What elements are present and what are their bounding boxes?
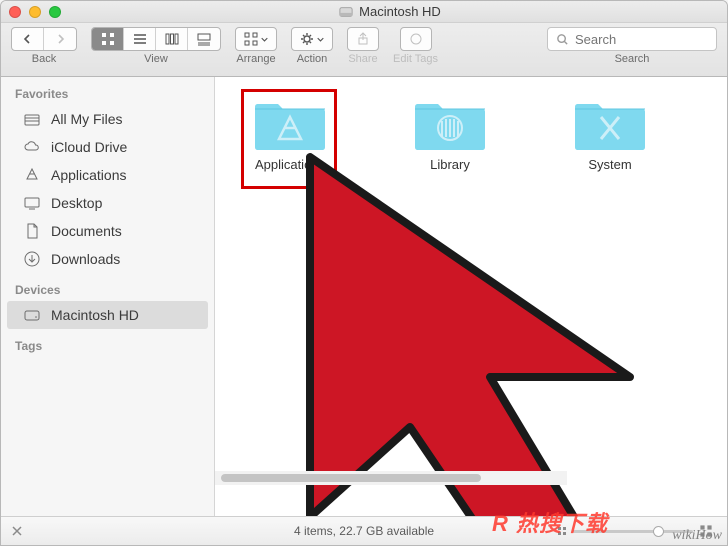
back-button[interactable] bbox=[12, 28, 44, 50]
arrange-label: Arrange bbox=[236, 53, 275, 65]
titlebar[interactable]: Macintosh HD bbox=[1, 1, 727, 23]
close-button[interactable] bbox=[9, 6, 21, 18]
list-view-button[interactable] bbox=[124, 28, 156, 50]
search-icon bbox=[556, 33, 569, 46]
section-tags-header: Tags bbox=[1, 329, 214, 357]
folder-system[interactable]: System bbox=[565, 95, 655, 172]
large-icon bbox=[699, 524, 713, 538]
sidebar-item-macintosh-hd[interactable]: Macintosh HD bbox=[7, 301, 208, 329]
icon-grid: Applications Library System bbox=[215, 77, 727, 190]
folder-applications[interactable]: Applications bbox=[245, 95, 335, 172]
search-group: Search bbox=[547, 27, 717, 65]
search-input[interactable] bbox=[575, 32, 695, 47]
small-icon bbox=[557, 526, 567, 536]
sidebar-item-label: All My Files bbox=[51, 111, 123, 127]
zoom-button[interactable] bbox=[49, 6, 61, 18]
action-group: Action bbox=[291, 27, 333, 65]
downloads-icon bbox=[23, 250, 41, 268]
sidebar-item-label: iCloud Drive bbox=[51, 139, 127, 155]
action-button[interactable] bbox=[291, 27, 333, 51]
icon-size-slider[interactable] bbox=[557, 524, 713, 538]
nav-group: Back bbox=[11, 27, 77, 65]
search-label: Search bbox=[615, 53, 650, 65]
sidebar-item-all-my-files[interactable]: All My Files bbox=[1, 105, 214, 133]
share-label: Share bbox=[348, 53, 377, 65]
window-body: Favorites All My Files iCloud Drive Appl… bbox=[1, 77, 727, 516]
sidebar-item-documents[interactable]: Documents bbox=[1, 217, 214, 245]
sidebar: Favorites All My Files iCloud Drive Appl… bbox=[1, 77, 215, 516]
x-icon bbox=[11, 525, 23, 537]
sidebar-item-applications[interactable]: Applications bbox=[1, 161, 214, 189]
scrollbar-thumb[interactable] bbox=[221, 474, 481, 482]
applications-icon bbox=[23, 166, 41, 184]
edit-tags-label: Edit Tags bbox=[393, 53, 438, 65]
sidebar-item-downloads[interactable]: Downloads bbox=[1, 245, 214, 273]
hd-icon bbox=[23, 306, 41, 324]
window-title: Macintosh HD bbox=[61, 4, 719, 19]
sidebar-item-icloud[interactable]: iCloud Drive bbox=[1, 133, 214, 161]
coverflow-view-button[interactable] bbox=[188, 28, 220, 50]
share-group: Share bbox=[347, 27, 379, 65]
toolbar: Back View Arrange Action Share Edit T bbox=[1, 23, 727, 77]
cursor-overlay bbox=[300, 147, 727, 516]
finder-window: Macintosh HD Back View Arrange bbox=[0, 0, 728, 546]
view-seg bbox=[91, 27, 221, 51]
content-area[interactable]: Applications Library System bbox=[215, 77, 727, 516]
documents-icon bbox=[23, 222, 41, 240]
arrange-button[interactable] bbox=[235, 27, 277, 51]
folder-icon bbox=[573, 95, 647, 153]
all-my-files-icon bbox=[23, 110, 41, 128]
desktop-icon bbox=[23, 194, 41, 212]
arrange-group: Arrange bbox=[235, 27, 277, 65]
back-label: Back bbox=[32, 53, 56, 65]
sidebar-item-label: Macintosh HD bbox=[51, 307, 139, 323]
folder-label: Library bbox=[430, 157, 470, 172]
tags-group: Edit Tags bbox=[393, 27, 438, 65]
folder-icon bbox=[413, 95, 487, 153]
folder-label: Applications bbox=[255, 157, 325, 172]
share-button[interactable] bbox=[347, 27, 379, 51]
sidebar-item-label: Desktop bbox=[51, 195, 102, 211]
action-label: Action bbox=[297, 53, 328, 65]
sidebar-item-desktop[interactable]: Desktop bbox=[1, 189, 214, 217]
folder-label: System bbox=[588, 157, 631, 172]
statusbar: 4 items, 22.7 GB available bbox=[1, 516, 727, 545]
window-title-text: Macintosh HD bbox=[359, 4, 441, 19]
search-box[interactable] bbox=[547, 27, 717, 51]
path-control[interactable] bbox=[11, 525, 23, 537]
hd-icon bbox=[339, 5, 353, 19]
folder-icon bbox=[253, 95, 327, 153]
status-text: 4 items, 22.7 GB available bbox=[294, 524, 434, 538]
icon-view-button[interactable] bbox=[92, 28, 124, 50]
view-group: View bbox=[91, 27, 221, 65]
minimize-button[interactable] bbox=[29, 6, 41, 18]
view-label: View bbox=[144, 53, 168, 65]
section-favorites-header: Favorites bbox=[1, 77, 214, 105]
column-view-button[interactable] bbox=[156, 28, 188, 50]
horizontal-scrollbar[interactable] bbox=[215, 471, 567, 485]
sidebar-item-label: Documents bbox=[51, 223, 122, 239]
edit-tags-button[interactable] bbox=[400, 27, 432, 51]
slider-track[interactable] bbox=[573, 530, 693, 533]
icloud-icon bbox=[23, 138, 41, 156]
traffic-lights bbox=[9, 6, 61, 18]
forward-button[interactable] bbox=[44, 28, 76, 50]
section-devices-header: Devices bbox=[1, 273, 214, 301]
sidebar-item-label: Downloads bbox=[51, 251, 120, 267]
slider-knob[interactable] bbox=[653, 526, 664, 537]
sidebar-item-label: Applications bbox=[51, 167, 127, 183]
back-forward bbox=[11, 27, 77, 51]
folder-library[interactable]: Library bbox=[405, 95, 495, 172]
